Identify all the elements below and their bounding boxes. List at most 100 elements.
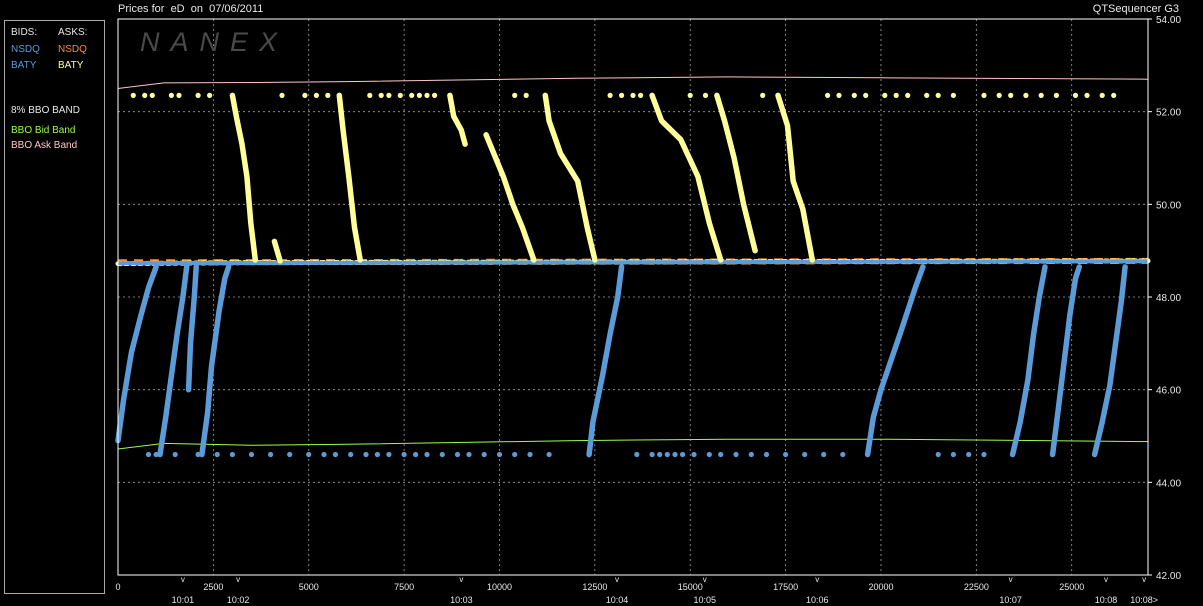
time-marker: v [181,575,185,584]
bid-baty-dot [672,451,678,458]
time-label: 10:05 [693,595,716,605]
bid-baty-dot [763,451,770,458]
bid-baty-dot [649,451,655,458]
bid-baty-dot [145,451,152,458]
ask-baty-dot [195,92,201,98]
x-tick-label: 25000 [1059,582,1084,592]
bid-baty-dot [424,451,430,458]
time-marker: v [615,575,619,584]
ask-baty-ramp [271,238,283,264]
bid-baty-dot [374,451,380,458]
time-label: 10:02 [227,595,250,605]
bbo-ask-band-line [117,76,1149,89]
bid-baty-dot [691,451,697,458]
ask-baty-dot [851,92,857,98]
bid-baty-dot [802,451,808,458]
ask-baty-dot [279,92,285,98]
time-label: 10:04 [606,595,629,605]
bid-baty-dot [287,451,293,458]
ask-baty-dot [378,92,384,98]
ask-baty-dot [168,92,174,98]
ask-baty-dot [302,92,308,98]
bid-baty-ramp [864,264,926,458]
price-chart: NANEX 42.00 44.00 46.00 48.00 50.00 52.00 54.0… [115,15,1181,605]
ask-baty-dot [996,92,1002,98]
ask-baty-dot [142,92,148,98]
bid-baty-dot [512,451,518,458]
bid-baty-dot [527,451,533,458]
time-label: 10:08 [1095,595,1118,605]
time-marker: v [1142,575,1146,584]
ask-baty-dot [882,92,888,98]
nanex-watermark: NANEX [140,27,288,57]
x-tick-label: 2500 [203,582,223,592]
time-label: 10:03 [450,595,473,605]
bid-baty-dot [248,451,255,458]
ask-baty-dot [397,92,403,98]
x-tick-label: 22500 [964,582,989,592]
ask-baty-dot [1008,92,1014,98]
bid-baty-dot [657,451,663,458]
time-label: 10:07 [999,595,1022,605]
y-tick-label: 52.00 [1156,108,1181,119]
bid-baty-dot [950,451,957,458]
bid-nsdq-trace [117,259,1149,266]
bid-baty-dot [783,451,789,458]
bid-baty-dot [481,451,487,458]
bid-baty-dot [214,451,220,458]
ask-baty-dot [176,92,182,98]
time-marker: v [236,575,240,584]
bid-baty-dot [321,451,327,458]
bid-baty-dot [439,451,445,458]
bid-baty-dot [546,451,552,458]
ask-baty-dot [619,92,625,98]
ask-baty-dot [1053,92,1059,98]
ask-baty-dot [1111,92,1117,98]
ask-baty-dot [367,92,373,98]
bid-baty-dot [680,451,686,458]
x-tick-label: 20000 [868,582,893,592]
y-axis: 42.00 44.00 46.00 48.00 50.00 52.00 54.00 [1148,15,1181,582]
ask-baty-ramp [483,132,537,263]
y-tick-label: 46.00 [1156,386,1181,397]
bid-baty-dot [466,451,472,458]
ask-baty-dot [1084,92,1090,98]
bid-baty-ramp [185,264,199,393]
ask-baty-dot [981,92,987,98]
bid-baty-dot [386,451,392,458]
ask-baty-ramp [714,92,758,254]
bid-baty-dot [664,451,670,458]
bid-baty-dot [935,451,941,458]
ask-baty-dot [950,92,957,98]
bid-baty-dot [706,451,712,458]
ask-baty-dot [149,92,155,98]
bid-baty-dot [229,451,235,458]
ask-baty-dot [313,92,319,98]
bid-baty-ramp [199,264,232,458]
x-tick-label: 0 [115,582,120,592]
x-tick-label: 7500 [394,582,414,592]
ask-baty-dot [432,92,438,98]
quote-traces [115,257,1151,267]
bid-baty-dot [306,451,312,458]
bid-baty-dot [966,451,972,458]
ask-baty-dot [935,92,941,98]
bid-baty-dot [821,451,827,458]
time-label: 10:01 [172,595,195,605]
ask-baty-dot [1099,92,1105,98]
time-label: 10:06 [806,595,829,605]
x-tick-label: 10000 [487,582,512,592]
bid-baty-ramp [1091,264,1128,458]
bbo-bid-band-line [117,438,1149,450]
ask-baty-ramp [542,92,598,263]
ask-baty-dot [863,92,869,98]
bid-baty-dot [172,451,178,458]
time-marker: v [1104,575,1108,584]
time-label: 10:08> [1130,595,1158,605]
y-tick-label: 42.00 [1156,571,1181,582]
bid-baty-ramp [115,264,159,444]
bid-baty-dot [195,451,201,458]
ask-baty-dot [512,92,518,98]
bid-baty-ramp [157,264,190,458]
ask-baty-dot [207,92,213,98]
